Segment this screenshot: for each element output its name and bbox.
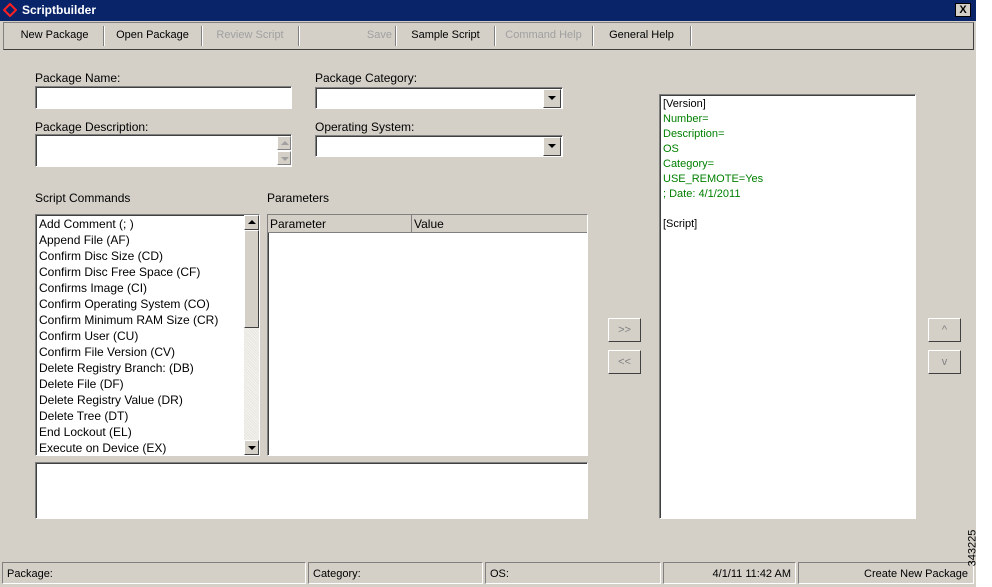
save-button[interactable]: Save — [299, 26, 396, 46]
column-header-parameter[interactable]: Parameter — [268, 215, 412, 233]
list-item[interactable]: Confirm Disc Size (CD) — [36, 248, 243, 264]
open-package-button[interactable]: Open Package — [104, 26, 202, 46]
script-line: [Version] — [663, 98, 706, 110]
script-line: Description= — [663, 128, 725, 140]
toolbar: New Package Open Package Review Script S… — [3, 22, 974, 50]
status-os: OS: — [485, 562, 661, 584]
script-line: USE_REMOTE=Yes — [663, 173, 764, 185]
list-item[interactable]: Append File (AF) — [36, 232, 243, 248]
list-item[interactable]: Delete Tree (DT) — [36, 408, 243, 424]
close-icon[interactable]: X — [955, 3, 971, 17]
status-category: Category: — [308, 562, 483, 584]
move-down-button[interactable]: v — [928, 350, 961, 374]
scroll-down-icon[interactable] — [244, 440, 259, 455]
scroll-thumb[interactable] — [244, 230, 259, 328]
chevron-down-icon[interactable] — [543, 89, 561, 108]
column-header-value[interactable]: Value — [412, 215, 587, 233]
command-help-text-area[interactable] — [35, 462, 588, 519]
commands-scrollbar[interactable] — [244, 215, 259, 455]
parameters-table[interactable]: Parameter Value — [267, 214, 588, 456]
list-item[interactable]: Add Comment (; ) — [36, 216, 243, 232]
move-up-button[interactable]: ^ — [928, 318, 961, 342]
title-bar[interactable]: Scriptbuilder — [0, 0, 976, 21]
figure-id-label: 343225 — [966, 520, 992, 587]
package-category-label: Package Category: — [315, 71, 418, 85]
status-bar: Package: Category: OS: 4/1/11 11:42 AM C… — [0, 561, 976, 587]
app-icon — [3, 3, 17, 17]
script-line: ; Date: 4/1/2011 — [663, 188, 741, 200]
window-title: Scriptbuilder — [22, 3, 97, 17]
package-description-label: Package Description: — [35, 120, 149, 134]
list-item[interactable]: Delete File (DF) — [36, 376, 243, 392]
script-commands-list[interactable]: Add Comment (; ) Append File (AF) Confirm … — [35, 214, 260, 456]
list-item[interactable]: Confirm User (CU) — [36, 328, 243, 344]
figure-id-text: 343225 — [966, 529, 979, 567]
general-help-button[interactable]: General Help — [593, 26, 691, 46]
scroll-down-icon[interactable] — [277, 151, 291, 165]
command-help-button[interactable]: Command Help — [495, 26, 593, 46]
script-line: [Script] — [663, 218, 698, 230]
list-item[interactable]: Confirm Minimum RAM Size (CR) — [36, 312, 243, 328]
package-name-input[interactable] — [35, 86, 292, 109]
list-item[interactable]: Delete Registry Value (DR) — [36, 392, 243, 408]
status-package: Package: — [2, 562, 306, 584]
remove-command-button[interactable]: << — [608, 350, 641, 374]
script-line: OS — [663, 143, 679, 155]
package-description-textarea[interactable] — [35, 134, 292, 167]
list-item[interactable]: Delete Registry Branch: (DB) — [36, 360, 243, 376]
list-item[interactable]: End Lockout (EL) — [36, 424, 243, 440]
list-item[interactable]: Confirm File Version (CV) — [36, 344, 243, 360]
scroll-up-icon[interactable] — [277, 136, 291, 150]
list-item[interactable]: Execute on Device (EX) — [36, 440, 243, 455]
script-commands-label: Script Commands — [35, 191, 131, 205]
scroll-up-icon[interactable] — [244, 215, 259, 230]
new-package-button[interactable]: New Package — [6, 26, 104, 46]
script-line — [663, 202, 912, 217]
scriptbuilder-window: Scriptbuilder X New Package Open Package… — [0, 0, 976, 587]
status-mode: Create New Package — [798, 562, 974, 584]
script-preview-pane[interactable]: [Version] Number= Description= OS Category= U… — [659, 94, 916, 519]
list-item[interactable]: Confirms Image (CI) — [36, 280, 243, 296]
package-name-label: Package Name: — [35, 71, 121, 85]
operating-system-select[interactable] — [315, 135, 563, 157]
script-line: Number= — [663, 113, 709, 125]
parameters-label: Parameters — [267, 191, 330, 205]
status-datetime: 4/1/11 11:42 AM — [663, 562, 796, 584]
sample-script-button[interactable]: Sample Script — [397, 26, 495, 46]
review-script-button[interactable]: Review Script — [202, 26, 299, 46]
add-command-button[interactable]: >> — [608, 318, 641, 342]
list-item[interactable]: Confirm Operating System (CO) — [36, 296, 243, 312]
list-item[interactable]: Confirm Disc Free Space (CF) — [36, 264, 243, 280]
chevron-down-icon[interactable] — [543, 137, 561, 156]
package-category-select[interactable] — [315, 87, 563, 109]
operating-system-label: Operating System: — [315, 120, 415, 134]
script-line: Category= — [663, 158, 715, 170]
